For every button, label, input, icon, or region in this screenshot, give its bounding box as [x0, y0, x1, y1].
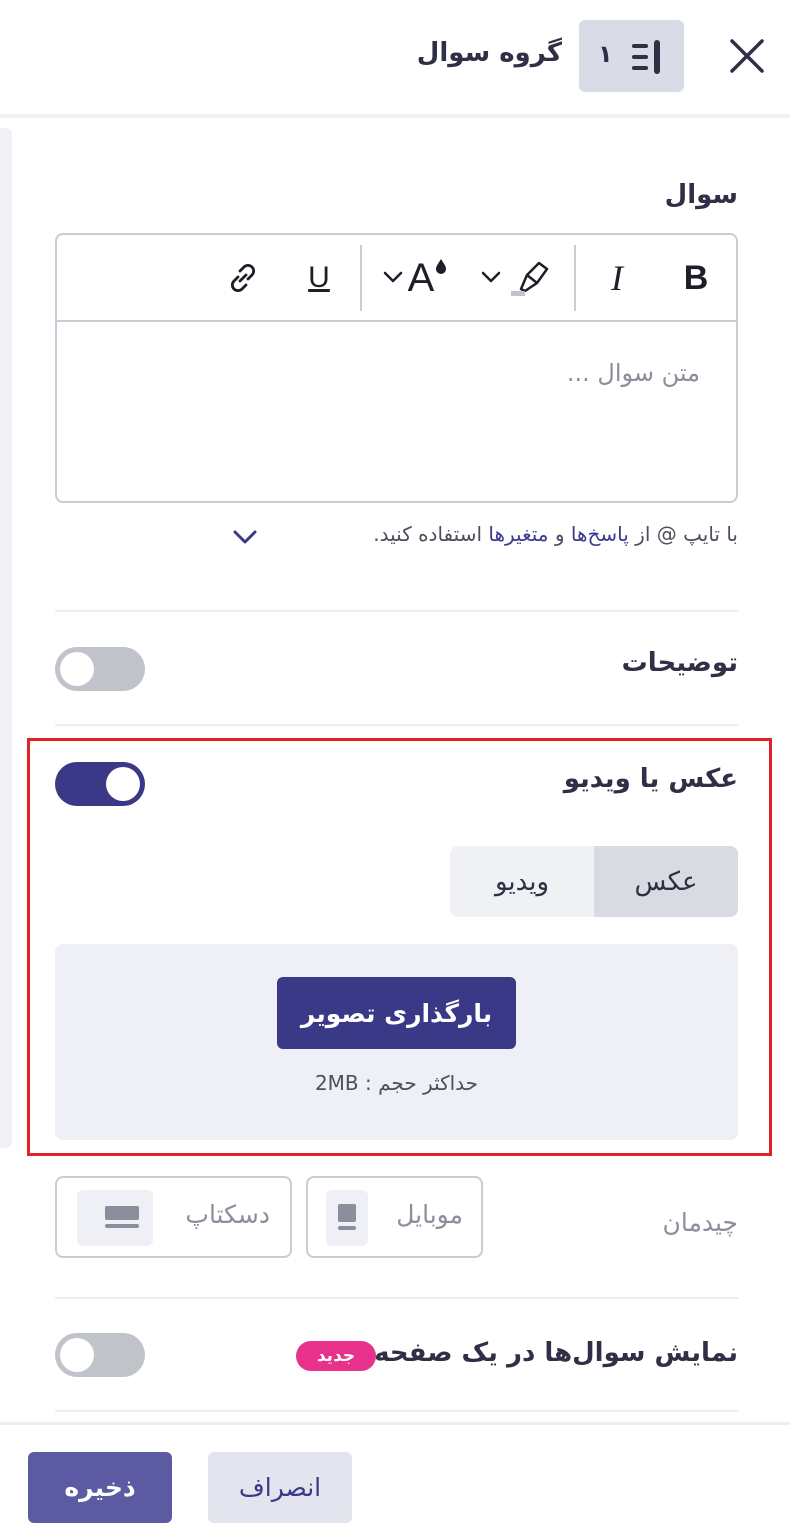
section-divider — [55, 1297, 738, 1299]
upload-image-button[interactable]: بارگذاری تصویر — [277, 977, 516, 1049]
layout-mobile-button[interactable]: موبایل — [306, 1176, 483, 1258]
italic-button[interactable]: I — [597, 255, 637, 301]
text-color-button[interactable]: A — [375, 255, 455, 301]
bold-button[interactable]: B — [673, 255, 719, 301]
italic-label: I — [611, 258, 623, 298]
new-badge: جدید — [296, 1341, 376, 1371]
one-page-label: نمایش سوال‌ها در یک صفحه — [374, 1338, 738, 1368]
toolbar-divider — [360, 245, 362, 311]
chevron-down-icon[interactable] — [232, 526, 258, 548]
layout-label: چیدمان — [662, 1208, 739, 1237]
description-label: توضیحات — [621, 648, 738, 678]
mobile-icon — [326, 1190, 368, 1246]
panel-footer: ذخیره انصراف — [0, 1422, 790, 1535]
answers-link[interactable]: پاسخ‌ها — [571, 522, 629, 546]
hint-suffix: استفاده کنید. — [373, 522, 489, 546]
cancel-button[interactable]: انصراف — [208, 1452, 352, 1523]
tab-photo-label: عکس — [634, 866, 698, 897]
layout-desktop-button[interactable]: دسکتاپ — [55, 1176, 292, 1258]
toggle-knob — [106, 767, 140, 801]
tab-photo[interactable]: عکس — [594, 846, 738, 917]
editor-toolbar: B I A U — [57, 235, 736, 322]
media-type-selector: عکس ویدیو — [450, 846, 738, 917]
scrollbar[interactable] — [0, 128, 12, 1148]
highlight-color-button[interactable] — [477, 255, 557, 301]
toggle-knob — [60, 1338, 94, 1372]
bold-label: B — [683, 258, 709, 297]
marker-icon — [481, 261, 549, 296]
question-label: سوال — [664, 180, 738, 210]
toggle-knob — [60, 652, 94, 686]
chevron-down-icon — [383, 271, 402, 283]
section-divider — [55, 610, 738, 612]
link-icon — [230, 263, 256, 293]
panel-title: گروه سوال — [416, 38, 562, 68]
font-color-letter: A — [407, 255, 435, 300]
variables-hint: با تایپ @ از پاسخ‌ها و متغیرها استفاده ک… — [373, 522, 738, 546]
panel-header: ۱ گروه سوال — [0, 0, 790, 118]
underline-button[interactable]: U — [297, 255, 341, 301]
layout-desktop-label: دسکتاپ — [185, 1200, 270, 1229]
question-group-icon — [628, 38, 668, 76]
one-page-toggle[interactable] — [55, 1333, 145, 1377]
upload-area: بارگذاری تصویر حداکثر حجم : 2MB — [55, 944, 738, 1140]
link-button[interactable] — [221, 255, 265, 301]
question-editor[interactable]: B I A U متن سوال ... — [55, 233, 738, 503]
desktop-icon — [77, 1190, 153, 1246]
section-divider — [55, 724, 738, 726]
underline-label: U — [308, 261, 330, 294]
hint-and: و — [548, 522, 571, 546]
layout-mobile-label: موبایل — [396, 1200, 463, 1229]
media-toggle[interactable] — [55, 762, 145, 806]
question-text-placeholder: متن سوال ... — [566, 359, 700, 387]
save-button[interactable]: ذخیره — [28, 1452, 172, 1523]
color-drop-icon — [436, 259, 447, 274]
group-number: ۱ — [598, 40, 613, 68]
close-icon[interactable] — [727, 36, 767, 76]
toolbar-divider — [574, 245, 576, 311]
max-size-note: حداکثر حجم : 2MB — [314, 1071, 479, 1095]
tab-video[interactable]: ویدیو — [450, 846, 594, 917]
media-label: عکس یا ویدیو — [563, 764, 738, 794]
description-toggle[interactable] — [55, 647, 145, 691]
tab-video-label: ویدیو — [494, 866, 550, 897]
hint-prefix: با تایپ @ از — [628, 522, 738, 546]
variables-link[interactable]: متغیرها — [488, 522, 548, 546]
section-divider — [55, 1410, 738, 1412]
